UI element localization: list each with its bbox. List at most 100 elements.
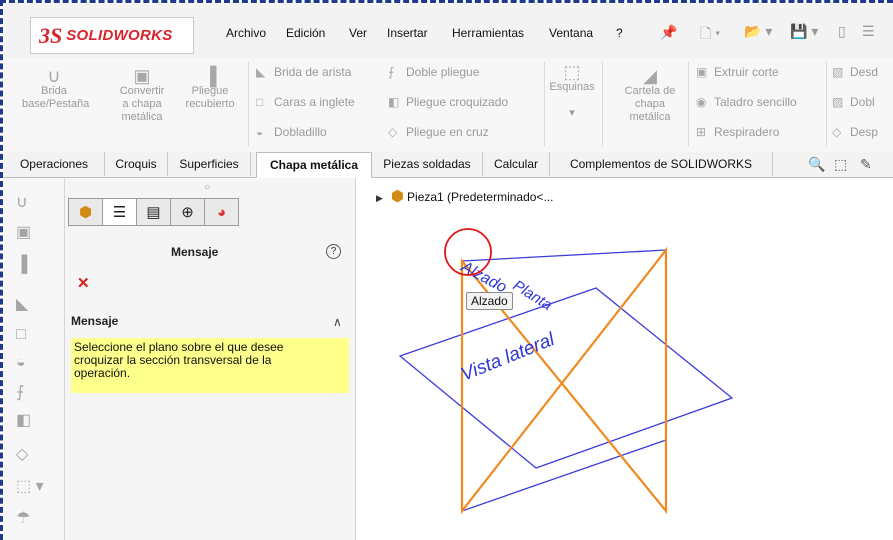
cross-break-icon[interactable]: ◇ — [16, 444, 28, 464]
hem-button[interactable]: ◒ Dobladillo — [256, 125, 327, 139]
gusset-button[interactable]: ◢ Cartela de chapa metálica — [618, 67, 682, 124]
message-line-3: operación. — [74, 366, 131, 380]
tab-complementos[interactable]: Complementos de SOLIDWORKS — [550, 152, 773, 176]
menu-herramientas[interactable]: Herramientas — [452, 26, 524, 40]
print-icon[interactable]: ▯ — [838, 23, 846, 40]
lofted-label-1: Pliegue — [191, 85, 229, 97]
lofted-bend-button[interactable]: ▐ Pliegue recubierto — [178, 66, 242, 111]
corners-button[interactable]: ⬚ Esquinas ▾ — [548, 63, 596, 120]
extruded-cut-icon: ▣ — [696, 65, 708, 79]
sheet-metal-shortcut-strip: ∪ ▣ ▐ ◣ □ ◒ ⨍ ◧ ◇ ⬚ ▾ ☂ — [4, 178, 65, 540]
feature-manager-tab-icon[interactable]: ⬢ — [68, 198, 103, 226]
convert-sheet-icon[interactable]: ▣ — [16, 222, 31, 242]
display-manager-tab-icon[interactable]: ◕ — [204, 198, 239, 226]
unfold-icon: ▧ — [832, 65, 844, 79]
zoom-to-fit-icon[interactable]: 🔍 — [808, 156, 825, 173]
base-flange-icon: ∪ — [47, 66, 61, 86]
cancel-icon[interactable]: ✕ — [77, 274, 90, 292]
base-flange-icon[interactable]: ∪ — [16, 192, 28, 212]
command-tabs: Operaciones Croquis Superficies Chapa me… — [4, 152, 893, 178]
fold-icon: ▨ — [832, 95, 844, 109]
convert-label-1: Convertir — [119, 85, 165, 97]
save-icon[interactable]: 💾 ▾ — [790, 23, 818, 40]
simple-hole-label: Taladro sencillo — [714, 95, 797, 109]
tab-croquis[interactable]: Croquis — [105, 152, 168, 176]
cross-break-icon: ◇ — [388, 125, 398, 139]
options-icon[interactable]: ☰ — [862, 23, 875, 40]
simple-hole-icon: ◉ — [696, 95, 707, 109]
miter-flange-icon[interactable]: □ — [16, 326, 26, 344]
miter-flange-icon: □ — [256, 95, 264, 109]
message-line-2: croquizar la sección transversal de la — [74, 353, 272, 367]
menu-edicion[interactable]: Edición — [286, 26, 325, 40]
new-document-icon[interactable]: 🗋 ▾ — [700, 23, 720, 47]
message-box: Seleccione el plano sobre el que desee c… — [71, 338, 349, 393]
tab-operaciones[interactable]: Operaciones — [4, 152, 105, 176]
property-manager-tab-icon[interactable]: ☰ — [102, 198, 137, 226]
flatten-button[interactable]: ◇ Desp — [832, 125, 878, 139]
property-manager-title: Mensaje — [171, 245, 219, 259]
logo-text: SOLIDWORKS — [66, 27, 173, 44]
jog-icon[interactable]: ⨍ — [16, 382, 24, 402]
edge-flange-label: Brida de arista — [274, 65, 352, 79]
tab-superficies[interactable]: Superficies — [168, 152, 251, 176]
lofted-bend-icon: ▐ — [203, 66, 217, 86]
help-icon[interactable]: ? — [326, 244, 341, 259]
unfold-button[interactable]: ▧ Desd — [832, 65, 878, 79]
menu-insertar[interactable]: Insertar — [387, 26, 428, 40]
sketched-bend-label: Pliegue croquizado — [406, 95, 509, 109]
message-line-1: Seleccione el plano sobre el que desee — [74, 340, 284, 354]
corners-icon[interactable]: ⬚ ▾ — [16, 476, 44, 496]
menu-ver[interactable]: Ver — [349, 26, 367, 40]
pin-icon[interactable]: 📌 — [660, 24, 677, 41]
sketched-bend-icon[interactable]: ◧ — [16, 410, 31, 430]
vent-label: Respiradero — [714, 125, 780, 139]
fold-button[interactable]: ▨ Dobl — [832, 95, 875, 109]
extruded-cut-button[interactable]: ▣ Extruir corte — [696, 65, 779, 79]
ribbon-separator-5 — [826, 62, 827, 146]
lofted-bend-icon[interactable]: ▐ — [16, 256, 27, 274]
gusset-label-2: chapa — [635, 98, 665, 110]
open-folder-icon[interactable]: 📂 ▾ — [744, 23, 772, 40]
sketched-bend-button[interactable]: ◧ Pliegue croquizado — [388, 95, 508, 109]
graphics-viewport[interactable]: Alzado Planta Vista lateral — [356, 178, 893, 540]
miter-flange-button[interactable]: □ Caras a inglete — [256, 95, 355, 109]
logo-ds-mark: 3S — [39, 22, 63, 48]
menu-archivo[interactable]: Archivo — [226, 26, 266, 40]
menu-help[interactable]: ? — [616, 26, 623, 40]
cross-break-button[interactable]: ◇ Pliegue en cruz — [388, 125, 489, 139]
base-flange-label-1: Brida — [41, 85, 67, 97]
edge-flange-icon: ◣ — [256, 65, 266, 79]
previous-view-icon[interactable]: ✎ — [860, 156, 872, 173]
gusset-icon[interactable]: ☂ — [16, 508, 30, 528]
extruded-cut-label: Extruir corte — [714, 65, 779, 79]
convert-sheet-button[interactable]: ▣ Convertir a chapa metálica — [110, 66, 174, 124]
hem-icon[interactable]: ◒ — [16, 354, 26, 372]
edge-flange-button[interactable]: ◣ Brida de arista — [256, 65, 351, 79]
collapse-chevron-icon[interactable]: ∧ — [333, 315, 342, 329]
jog-button[interactable]: ⨍ Doble pliegue — [388, 65, 479, 79]
convert-label-2: a chapa — [122, 98, 162, 110]
solidworks-logo[interactable]: 3S SOLIDWORKS — [30, 17, 194, 54]
hem-label: Dobladillo — [274, 125, 327, 139]
configuration-manager-tab-icon[interactable]: ▤ — [136, 198, 171, 226]
simple-hole-button[interactable]: ◉ Taladro sencillo — [696, 95, 797, 109]
plane-tooltip: Alzado — [466, 292, 513, 310]
ribbon-separator-2 — [544, 62, 545, 146]
corners-dropdown-icon[interactable]: ▾ — [569, 107, 575, 119]
edge-flange-icon[interactable]: ◣ — [16, 294, 28, 314]
menu-ventana[interactable]: Ventana — [549, 26, 593, 40]
vent-button[interactable]: ⊞ Respiradero — [696, 125, 779, 139]
panel-grip-icon[interactable]: ○ — [204, 182, 210, 193]
zoom-area-icon[interactable]: ⬚ — [834, 156, 847, 173]
menu-bar: 3S SOLIDWORKS Archivo Edición Ver Insert… — [4, 4, 893, 58]
sketched-bend-icon: ◧ — [388, 95, 400, 109]
tab-piezas-soldadas[interactable]: Piezas soldadas — [372, 152, 483, 176]
gusset-label-1: Cartela de — [624, 85, 676, 97]
command-ribbon: ∪ Brida base/Pestaña ▣ Convertir a chapa… — [4, 58, 893, 153]
convert-sheet-icon: ▣ — [133, 66, 151, 86]
dimxpert-tab-icon[interactable]: ⊕ — [170, 198, 205, 226]
tab-calcular[interactable]: Calcular — [483, 152, 550, 176]
base-flange-button[interactable]: ∪ Brida base/Pestaña — [22, 66, 89, 111]
tab-chapa-metalica[interactable]: Chapa metálica — [256, 152, 372, 178]
